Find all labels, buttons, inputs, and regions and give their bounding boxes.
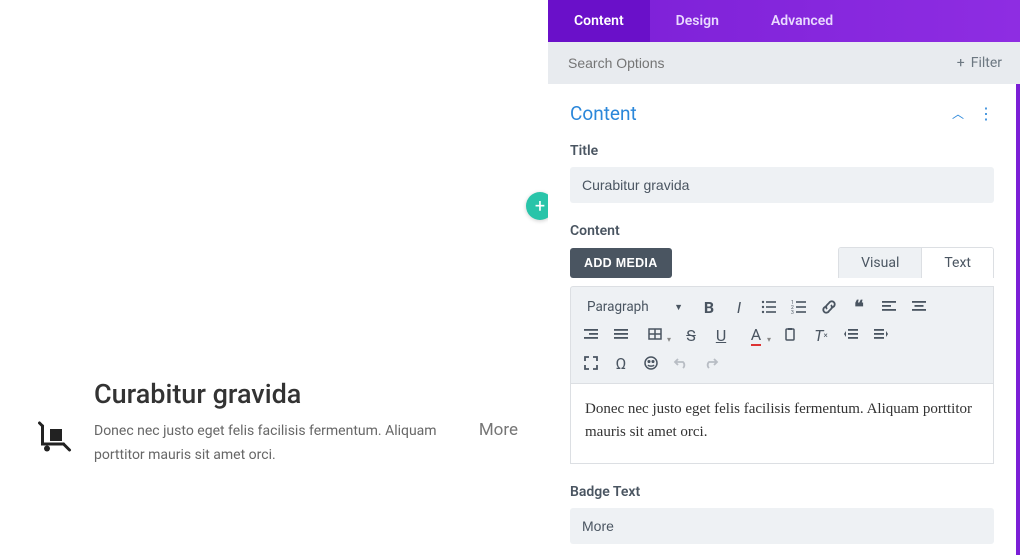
hand-truck-icon [38,420,74,456]
blurb-text: Donec nec justo eget felis facilisis fer… [94,420,437,468]
align-right-button[interactable] [579,324,603,346]
badge-input[interactable] [570,508,994,544]
align-center-button[interactable] [907,296,931,318]
preview-pane: + Curabitur gravida Donec nec justo eget… [0,0,548,555]
chevron-down-icon: ▼ [674,302,683,313]
badge-label: Badge Text [570,484,994,500]
badge-field-block: Badge Text [570,484,994,544]
search-input[interactable] [568,55,949,71]
blurb-more-link[interactable]: More [479,420,518,440]
paste-button[interactable] [779,324,803,346]
tab-content[interactable]: Content [548,0,650,42]
bold-button[interactable]: B [697,296,721,318]
italic-button[interactable]: I [727,296,751,318]
svg-text:3: 3 [791,310,794,315]
align-justify-button[interactable] [609,324,633,346]
clear-format-button[interactable]: T× [809,324,833,346]
tab-design[interactable]: Design [650,0,745,42]
special-char-button[interactable]: Ω [609,352,633,374]
text-tab[interactable]: Text [921,248,993,278]
table-button[interactable] [639,324,673,346]
settings-pane: Content Design Advanced + Filter Content… [548,0,1020,555]
emoji-button[interactable] [639,352,663,374]
content-label: Content [570,223,994,239]
text-color-button[interactable]: A [739,324,773,346]
undo-button[interactable] [669,352,693,374]
numbered-list-button[interactable]: 123 [787,296,811,318]
content-editor[interactable]: Donec nec justo eget felis facilisis fer… [570,384,994,464]
filter-label: Filter [971,55,1002,71]
outdent-button[interactable] [839,324,863,346]
title-label: Title [570,143,994,159]
editor-top-row: ADD MEDIA Visual Text [570,247,994,278]
align-left-button[interactable] [877,296,901,318]
section-actions: ︿ ⋮ [952,105,994,122]
more-dots-icon[interactable]: ⋮ [978,106,994,122]
paragraph-dropdown[interactable]: Paragraph ▼ [579,297,691,317]
content-field-block: Content ADD MEDIA Visual Text Paragraph … [570,223,994,464]
title-field-block: Title [570,143,994,203]
indent-button[interactable] [869,324,893,346]
search-bar: + Filter [548,42,1020,84]
paragraph-dd-label: Paragraph [587,299,649,315]
settings-tabs: Content Design Advanced [548,0,1020,42]
content-panel: Content ︿ ⋮ Title Content ADD MEDIA Visu… [548,84,1020,555]
blurb-module: Curabitur gravida Donec nec justo eget f… [38,378,518,468]
tab-advanced[interactable]: Advanced [745,0,859,42]
plus-icon: + [957,55,965,71]
blurb-body: Curabitur gravida Donec nec justo eget f… [94,378,437,468]
link-button[interactable] [817,296,841,318]
bulleted-list-button[interactable] [757,296,781,318]
visual-tab[interactable]: Visual [839,248,921,278]
fullscreen-button[interactable] [579,352,603,374]
add-media-button[interactable]: ADD MEDIA [570,248,672,278]
filter-button[interactable]: + Filter [949,51,1010,75]
editor-toolbar: Paragraph ▼ B I 123 ❝ S [570,286,994,384]
blurb-title: Curabitur gravida [94,378,437,410]
section-title: Content [570,102,637,125]
chevron-up-icon[interactable]: ︿ [952,105,964,122]
redo-button[interactable] [699,352,723,374]
title-input[interactable] [570,167,994,203]
strikethrough-button[interactable]: S [679,324,703,346]
editor-mode-tabs: Visual Text [838,247,994,278]
section-header[interactable]: Content ︿ ⋮ [570,102,994,125]
blockquote-button[interactable]: ❝ [847,296,871,318]
underline-button[interactable]: U [709,324,733,346]
